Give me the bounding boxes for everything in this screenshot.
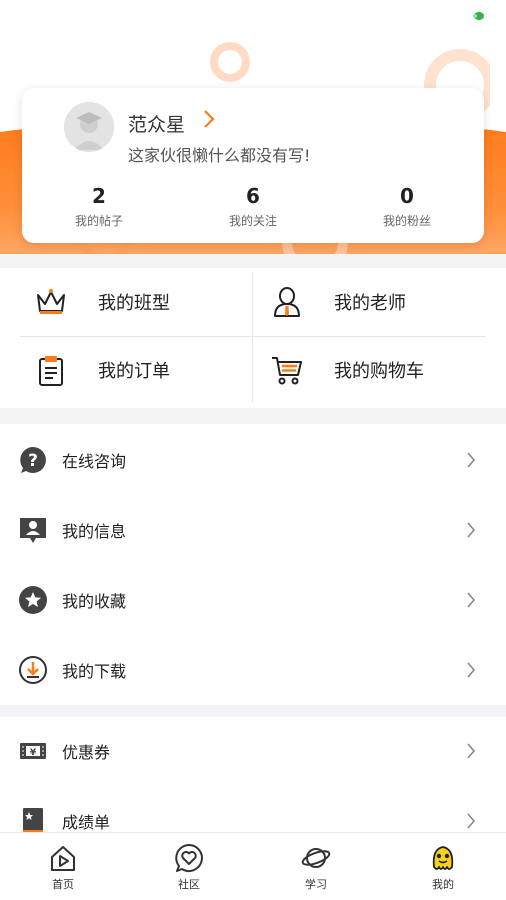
svg-text:?: ? <box>28 451 38 471</box>
menu-item-my-favorites[interactable]: 我的收藏 <box>0 565 506 635</box>
tab-label: 首页 <box>52 878 74 891</box>
stat-value: 2 <box>92 184 106 208</box>
grid-label: 我的订单 <box>98 361 170 382</box>
chevron-right-icon <box>467 813 476 829</box>
chevron-right-icon <box>467 452 476 468</box>
profile-card: 范众星 这家伙很懒什么都没有写! 2 我的帖子 6 我的关注 0 我的粉丝 <box>22 88 484 243</box>
tab-label: 学习 <box>305 878 327 891</box>
cart-icon <box>272 357 302 385</box>
menu-label: 我的信息 <box>62 522 127 541</box>
stat-label: 我的关注 <box>228 214 277 228</box>
stat-label: 我的帖子 <box>74 214 123 228</box>
tab-community[interactable]: 社区 <box>126 843 252 892</box>
status-bar <box>0 0 506 32</box>
mascot-icon <box>432 846 454 870</box>
avatar-placeholder-icon <box>64 102 114 152</box>
menu-item-online-consult[interactable]: ? 在线咨询 <box>0 425 506 495</box>
chevron-right-icon[interactable] <box>202 108 216 130</box>
tab-home[interactable]: 首页 <box>0 843 126 892</box>
planet-icon <box>301 848 331 868</box>
username[interactable]: 范众星 <box>128 110 185 137</box>
coupon-icon: ¥ <box>20 743 46 759</box>
section-divider <box>0 254 506 268</box>
menu-item-my-downloads[interactable]: 我的下载 <box>0 635 506 705</box>
star-icon <box>19 586 47 614</box>
chevron-right-icon <box>467 662 476 678</box>
menu-label: 我的收藏 <box>62 592 127 611</box>
grid-item-my-cart[interactable]: 我的购物车 <box>270 336 503 404</box>
tab-study[interactable]: 学习 <box>253 843 379 892</box>
chevron-right-icon <box>467 743 476 759</box>
stat-label: 我的粉丝 <box>382 214 431 228</box>
stat-followers[interactable]: 0 我的粉丝 <box>347 184 467 229</box>
grid-label: 我的老师 <box>334 293 406 314</box>
menu-item-coupons[interactable]: ¥ 优惠券 <box>0 716 506 786</box>
avatar[interactable] <box>64 102 114 152</box>
menu-label: 优惠券 <box>62 743 111 762</box>
section-divider <box>0 408 506 424</box>
chevron-right-icon <box>467 592 476 608</box>
notification-dot-icon <box>473 12 484 20</box>
profile-bio: 这家伙很懒什么都没有写! <box>128 146 311 165</box>
menu-label: 成绩单 <box>62 813 111 832</box>
stat-value: 0 <box>400 184 414 208</box>
stat-posts[interactable]: 2 我的帖子 <box>39 184 159 229</box>
grid-item-my-class[interactable]: 我的班型 <box>34 268 267 336</box>
download-icon <box>19 656 47 684</box>
bottom-tab-bar: 首页 社区 学习 我的 <box>0 832 506 900</box>
menu-label: 我的下载 <box>62 662 127 681</box>
crown-icon <box>37 289 65 314</box>
svg-text:¥: ¥ <box>30 748 37 758</box>
community-heart-icon <box>175 844 203 872</box>
grid-label: 我的购物车 <box>334 361 424 382</box>
profile-header: 范众星 这家伙很懒什么都没有写! 2 我的帖子 6 我的关注 0 我的粉丝 <box>0 32 506 254</box>
grid-item-my-teacher[interactable]: 我的老师 <box>270 268 503 336</box>
teacher-icon <box>274 287 300 317</box>
user-card-icon <box>20 518 46 543</box>
chevron-right-icon <box>467 522 476 538</box>
grid-item-my-orders[interactable]: 我的订单 <box>34 336 267 404</box>
tab-mine[interactable]: 我的 <box>380 843 506 892</box>
quick-actions-grid: 我的班型 我的老师 我的订单 我的购物车 <box>0 268 506 408</box>
menu-label: 在线咨询 <box>62 452 127 471</box>
tab-label: 我的 <box>432 878 454 891</box>
grid-divider <box>252 272 253 402</box>
grid-divider <box>20 336 486 337</box>
stat-value: 6 <box>246 184 260 208</box>
question-icon: ? <box>20 447 46 473</box>
grid-label: 我的班型 <box>98 293 170 314</box>
home-icon <box>51 846 75 871</box>
menu-item-my-info[interactable]: 我的信息 <box>0 495 506 565</box>
decor-shape <box>210 42 250 82</box>
clipboard-icon <box>39 356 63 386</box>
tab-label: 社区 <box>178 878 200 891</box>
stat-following[interactable]: 6 我的关注 <box>193 184 313 229</box>
